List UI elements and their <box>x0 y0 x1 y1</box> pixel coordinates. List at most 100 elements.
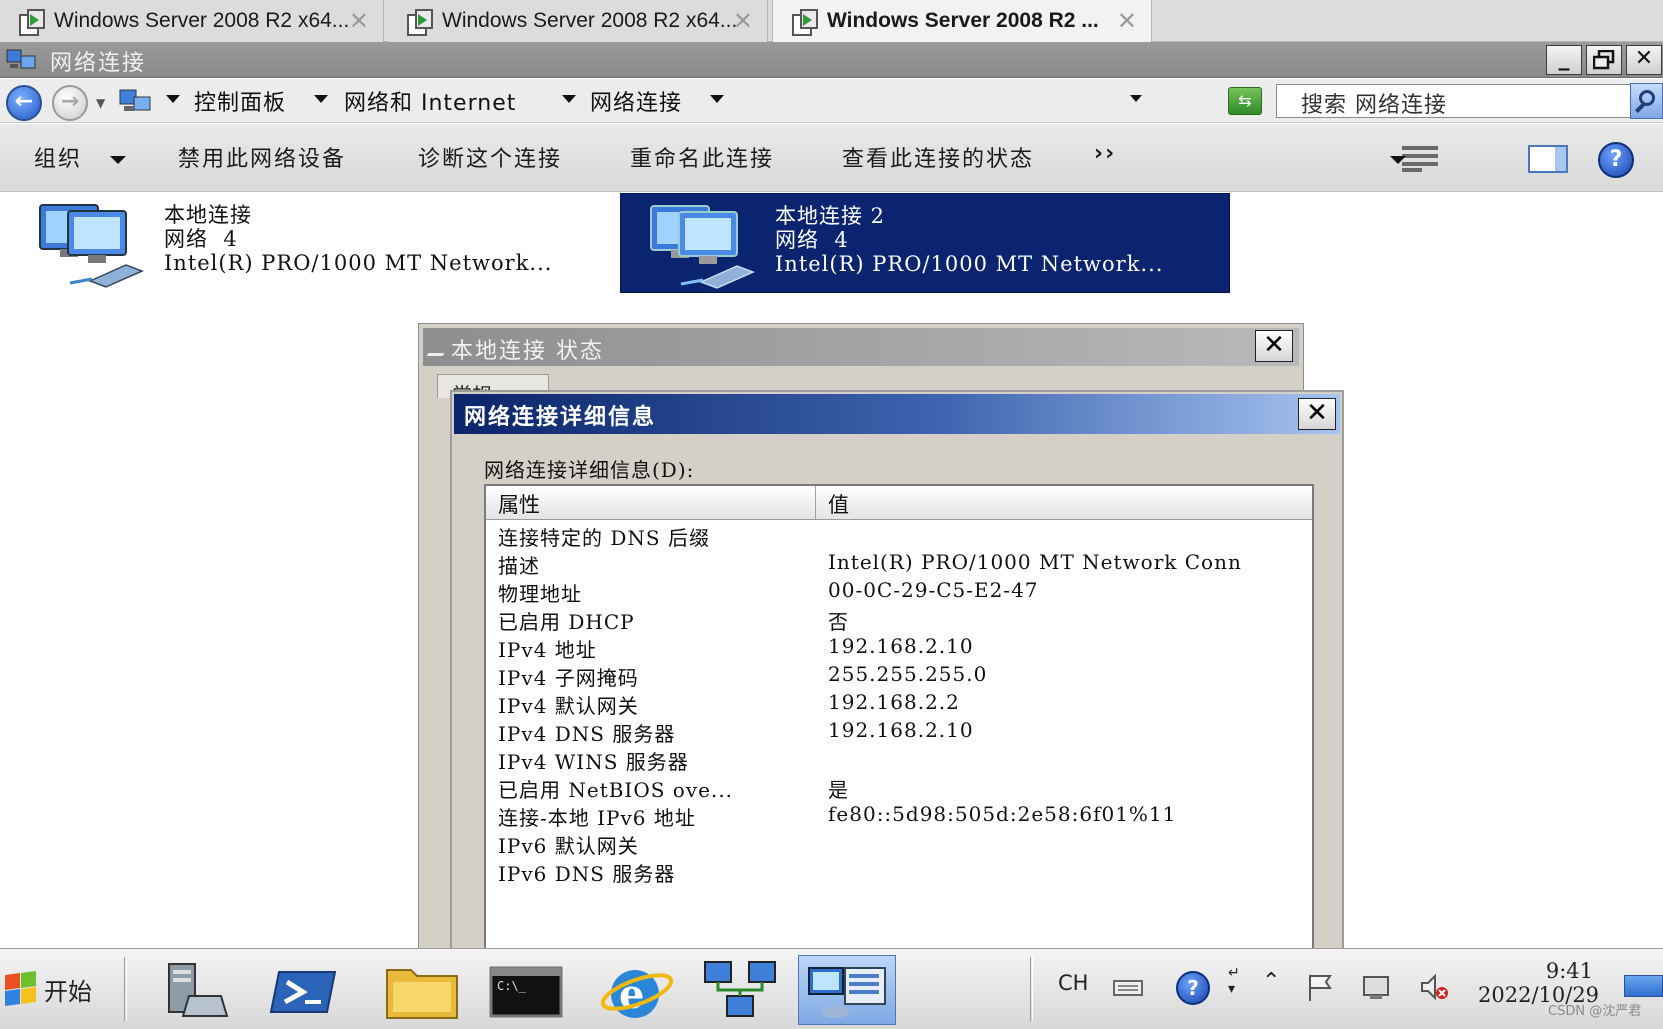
details-list-rows: 连接特定的 DNS 后缀 描述 Intel(R) PRO/1000 MT Netwo… <box>486 520 1312 886</box>
organize-menu[interactable]: 组织 <box>34 141 82 173</box>
window-title-bar: 网络连接 _ ✕ <box>0 42 1663 78</box>
table-row[interactable]: 物理地址 00-0C-29-C5-E2-47 <box>486 576 1312 606</box>
vm-tab-strip: Windows Server 2008 R2 x64... ✕ Windows … <box>0 0 1663 42</box>
connection-adapter: Intel(R) PRO/1000 MT Network... <box>775 252 1164 276</box>
close-icon[interactable]: ✕ <box>733 7 753 35</box>
command-prompt-icon: C:\_ <box>489 966 563 1018</box>
details-list[interactable]: 属性 值 连接特定的 DNS 后缀 描述 Intel(R) PRO/1000 MT … <box>484 484 1314 954</box>
chevron-down-icon[interactable] <box>314 95 328 103</box>
table-row[interactable]: IPv6 DNS 服务器 <box>486 856 1312 886</box>
network-taskbar-button[interactable] <box>690 955 788 1025</box>
server-manager-icon <box>168 963 229 1017</box>
action-center-flag-icon[interactable] <box>1304 971 1336 1003</box>
arrow-left-icon: ← <box>14 89 34 114</box>
diagnose-button[interactable]: 诊断这个连接 <box>418 141 562 173</box>
value-cell: 00-0C-29-C5-E2-47 <box>828 578 1039 602</box>
table-row[interactable]: IPv4 WINS 服务器 <box>486 744 1312 774</box>
rename-button[interactable]: 重命名此连接 <box>630 141 774 173</box>
server-manager-taskbar-button[interactable] <box>146 955 244 1025</box>
breadcrumb-network-internet[interactable]: 网络和 Internet <box>344 85 516 117</box>
vm-tab-3[interactable]: Windows Server 2008 R2 ... ✕ <box>772 0 1152 42</box>
preview-pane-icon[interactable] <box>1528 145 1568 173</box>
connection-item-local-2[interactable]: 本地连接 2 网络 4 Intel(R) PRO/1000 MT Network… <box>620 193 1230 293</box>
view-status-button[interactable]: 查看此连接的状态 <box>842 141 1034 173</box>
close-icon[interactable]: ✕ <box>349 7 369 35</box>
command-prompt-taskbar-button[interactable]: C:\_ <box>476 955 574 1025</box>
back-button[interactable]: ← <box>6 85 42 121</box>
property-cell: 连接-本地 IPv6 地址 <box>498 806 696 830</box>
powershell-taskbar-button[interactable] <box>254 955 352 1025</box>
vm-tab-1[interactable]: Windows Server 2008 R2 x64... ✕ <box>0 0 384 42</box>
table-row[interactable]: 已启用 NetBIOS ove... 是 <box>486 772 1312 802</box>
close-icon[interactable]: ✕ <box>1117 7 1137 35</box>
value-cell: 否 <box>828 610 849 634</box>
view-options-icon[interactable] <box>1402 146 1438 172</box>
close-button[interactable]: ✕ <box>1626 45 1662 75</box>
show-desktop-button[interactable] <box>1624 975 1663 997</box>
network-folder-icon <box>119 89 151 111</box>
internet-explorer-icon: e <box>600 970 674 1018</box>
chevron-down-icon[interactable] <box>1390 156 1406 164</box>
help-icon[interactable]: ? <box>1176 971 1210 1005</box>
refresh-button[interactable]: ⇆ <box>1228 87 1262 115</box>
search-input[interactable]: 搜索 网络连接 <box>1276 84 1632 118</box>
taskbar: 开始 C:\_ e CH ? ↵ ▾ ⌃ 9:41 2022/10/29 <box>0 948 1663 1029</box>
breadcrumb-control-panel[interactable]: 控制面板 <box>194 85 286 117</box>
status-dialog-close-button[interactable]: ✕ <box>1255 330 1293 362</box>
table-row[interactable]: 连接特定的 DNS 后缀 <box>486 520 1312 550</box>
show-hidden-icons-icon[interactable]: ⌃ <box>1262 969 1280 994</box>
vm-icon <box>406 8 433 36</box>
table-row[interactable]: IPv4 子网掩码 255.255.255.0 <box>486 660 1312 690</box>
connection-item-local-1[interactable]: 本地连接 网络 4 Intel(R) PRO/1000 MT Network..… <box>10 193 620 293</box>
property-cell: IPv4 子网掩码 <box>498 666 639 690</box>
property-cell: 已启用 NetBIOS ove... <box>498 778 734 802</box>
network-connection-details-dialog: 网络连接详细信息 ✕ 网络连接详细信息(D): 属性 值 连接特定的 DNS 后… <box>450 390 1344 954</box>
table-row[interactable]: IPv6 默认网关 <box>486 828 1312 858</box>
disable-device-button[interactable]: 禁用此网络设备 <box>178 141 346 173</box>
chevron-down-icon[interactable] <box>710 95 724 103</box>
chevron-down-icon[interactable] <box>166 95 180 103</box>
internet-explorer-taskbar-button[interactable]: e <box>586 955 684 1025</box>
watermark: CSDN @沈严君 <box>1548 1004 1642 1019</box>
restore-button[interactable] <box>1586 45 1622 75</box>
table-row[interactable]: IPv4 DNS 服务器 192.168.2.10 <box>486 716 1312 746</box>
chevron-down-icon[interactable] <box>110 156 126 164</box>
svg-text:C:\_: C:\_ <box>497 979 527 993</box>
table-row[interactable]: 描述 Intel(R) PRO/1000 MT Network Conn <box>486 548 1312 578</box>
network-connections-taskbar-button[interactable] <box>798 955 896 1025</box>
column-header-property[interactable]: 属性 <box>486 486 816 520</box>
file-explorer-taskbar-button[interactable] <box>372 955 470 1025</box>
breadcrumb-network-connections[interactable]: 网络连接 <box>590 85 682 117</box>
column-header-value[interactable]: 值 <box>816 486 1312 520</box>
details-dialog-title: 网络连接详细信息 <box>464 405 657 430</box>
ime-options-icon[interactable]: ↵ ▾ <box>1228 965 1240 997</box>
more-commands-button[interactable]: ›› <box>1094 141 1116 166</box>
language-indicator[interactable]: CH <box>1058 971 1088 995</box>
details-dialog-title-bar: 网络连接详细信息 <box>454 394 1340 434</box>
powershell-icon <box>269 971 337 1013</box>
connection-name: 本地连接 2 <box>775 204 886 228</box>
address-dropdown-icon[interactable] <box>1130 95 1142 102</box>
connection-adapter: Intel(R) PRO/1000 MT Network... <box>164 251 553 275</box>
vm-tab-2[interactable]: Windows Server 2008 R2 x64... ✕ <box>388 0 768 42</box>
search-button[interactable] <box>1630 83 1663 119</box>
volume-muted-icon[interactable] <box>1418 971 1450 1003</box>
table-row[interactable]: IPv4 地址 192.168.2.10 <box>486 632 1312 662</box>
start-button[interactable]: 开始 <box>4 963 92 1015</box>
table-row[interactable]: 已启用 DHCP 否 <box>486 604 1312 634</box>
property-cell: IPv4 默认网关 <box>498 694 639 718</box>
minimize-button[interactable]: _ <box>1546 45 1582 75</box>
keyboard-icon[interactable] <box>1112 971 1144 1003</box>
vm-icon <box>791 8 818 36</box>
property-cell: 描述 <box>498 554 540 578</box>
forward-button[interactable]: → <box>52 85 88 121</box>
table-row[interactable]: 连接-本地 IPv6 地址 fe80::5d98:505d:2e58:6f01%1… <box>486 800 1312 830</box>
network-status-icon[interactable] <box>1360 971 1392 1003</box>
address-bar: ← → ▼ 控制面板 网络和 Internet 网络连接 ⇆ 搜索 网络连接 <box>0 79 1663 123</box>
table-row[interactable]: IPv4 默认网关 192.168.2.2 <box>486 688 1312 718</box>
history-dropdown-icon[interactable]: ▼ <box>96 96 105 110</box>
start-label: 开始 <box>44 977 92 1006</box>
chevron-down-icon[interactable] <box>562 95 576 103</box>
details-dialog-close-button[interactable]: ✕ <box>1298 398 1336 430</box>
help-icon[interactable]: ? <box>1598 142 1634 178</box>
